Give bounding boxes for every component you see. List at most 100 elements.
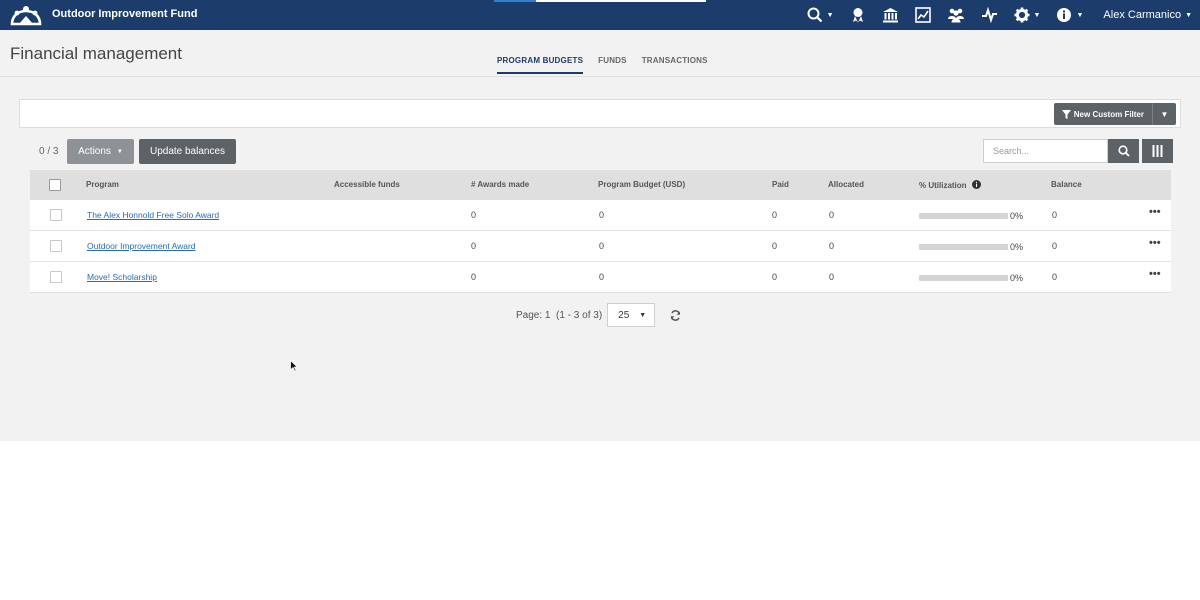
user-name: Alex Carmanico (1103, 9, 1182, 21)
row-checkbox[interactable] (50, 271, 62, 283)
mouse-cursor-icon (290, 360, 298, 372)
utilization-bar (919, 213, 1008, 219)
column-utilization[interactable]: % Utilization (919, 180, 981, 190)
table-row[interactable]: Move! Scholarship 0 0 0 0 0% 0 ••• (30, 262, 1171, 293)
awards-made-cell: 0 (471, 272, 477, 282)
awards-icon (852, 8, 863, 23)
column-balance[interactable]: Balance (1051, 180, 1082, 189)
columns-button[interactable] (1142, 139, 1173, 163)
filter-dropdown-toggle[interactable]: ▼ (1152, 103, 1176, 125)
awards-made-cell: 0 (471, 241, 477, 251)
balance-cell: 0 (1052, 210, 1058, 220)
page-content: Financial management PROGRAM BUDGETS FUN… (0, 30, 1200, 441)
page-title: Financial management (10, 44, 182, 63)
update-balances-button[interactable]: Update balances (139, 139, 236, 164)
column-allocated[interactable]: Allocated (828, 180, 864, 189)
page-size-value: 25 (618, 309, 630, 321)
activity-nav[interactable] (973, 0, 1006, 30)
utilization-bar (919, 244, 1008, 250)
paid-cell: 0 (772, 272, 778, 282)
pagination-text: Page: 1 (1 - 3 of 3) (516, 309, 603, 321)
new-custom-filter-label: New Custom Filter (1073, 109, 1144, 119)
search-icon (807, 7, 822, 23)
column-paid[interactable]: Paid (772, 180, 789, 189)
page-size-select[interactable]: 25 ▼ (607, 303, 656, 327)
program-link[interactable]: Outdoor Improvement Award (87, 241, 196, 251)
refresh-icon[interactable] (670, 309, 681, 321)
column-awards-made[interactable]: # Awards made (471, 180, 529, 189)
filter-icon (1061, 109, 1071, 119)
balance-cell: 0 (1052, 272, 1058, 282)
settings-menu[interactable]: ▼ (1006, 0, 1049, 30)
top-nav-bar: Outdoor Improvement Fund ▼ ▼ ▼ Alex Carm… (0, 0, 1200, 30)
table-row[interactable]: The Alex Honnold Free Solo Award 0 0 0 0… (30, 200, 1171, 231)
chevron-down-icon: ▼ (826, 11, 834, 19)
logo-icon[interactable] (10, 4, 42, 26)
balance-cell: 0 (1052, 241, 1058, 251)
program-link[interactable]: Move! Scholarship (87, 272, 157, 282)
funds-nav[interactable] (874, 0, 907, 30)
tab-program-budgets[interactable]: PROGRAM BUDGETS (497, 56, 584, 74)
chevron-down-icon: ▼ (116, 148, 123, 155)
tab-bar: PROGRAM BUDGETS FUNDS TRANSACTIONS (497, 56, 723, 74)
select-all-checkbox[interactable] (49, 179, 61, 191)
program-link[interactable]: The Alex Honnold Free Solo Award (87, 210, 219, 220)
utilization-percent: 0% (1010, 211, 1024, 221)
info-icon[interactable] (971, 180, 981, 189)
search-button[interactable] (1108, 139, 1139, 163)
more-options-icon[interactable]: ••• (1149, 206, 1161, 218)
filter-bar[interactable]: New Custom Filter ▼ (19, 99, 1181, 128)
allocated-cell: 0 (829, 272, 835, 282)
reports-nav[interactable] (907, 0, 939, 30)
awards-made-cell: 0 (471, 210, 477, 220)
table-row[interactable]: Outdoor Improvement Award 0 0 0 0 0% 0 •… (30, 231, 1171, 262)
program-budget-cell: 0 (599, 210, 605, 220)
tab-transactions[interactable]: TRANSACTIONS (642, 56, 708, 74)
page-header: Financial management PROGRAM BUDGETS FUN… (0, 30, 1200, 77)
column-utilization-label: % Utilization (919, 181, 967, 190)
caret-down-icon: ▼ (639, 311, 647, 319)
program-budget-cell: 0 (599, 241, 605, 251)
new-custom-filter-button[interactable]: New Custom Filter ▼ (1053, 103, 1176, 125)
people-nav[interactable] (939, 0, 973, 30)
search-icon (1117, 145, 1130, 157)
columns-icon (1152, 145, 1163, 157)
row-checkbox[interactable] (50, 240, 62, 252)
allocated-cell: 0 (829, 210, 835, 220)
new-custom-filter-main[interactable]: New Custom Filter (1054, 103, 1152, 125)
allocated-cell: 0 (829, 241, 835, 251)
more-options-icon[interactable]: ••• (1149, 237, 1161, 249)
awards-nav[interactable] (842, 0, 874, 30)
table-header: Program Accessible funds # Awards made P… (30, 170, 1171, 200)
program-budgets-table: Program Accessible funds # Awards made P… (30, 170, 1171, 293)
chevron-down-icon: ▼ (1076, 11, 1084, 19)
caret-down-icon: ▼ (1160, 109, 1169, 119)
pagination: Page: 1 (1 - 3 of 3) 25 ▼ (516, 303, 681, 327)
paid-cell: 0 (772, 210, 778, 220)
loading-progress-fill (494, 0, 537, 2)
chevron-down-icon: ▼ (1185, 11, 1192, 19)
column-accessible-funds[interactable]: Accessible funds (334, 180, 400, 189)
user-menu[interactable]: Alex Carmanico ▼ (1091, 0, 1200, 30)
row-checkbox[interactable] (50, 209, 62, 221)
selection-count: 0 / 3 (39, 146, 59, 157)
utilization-percent: 0% (1010, 273, 1024, 283)
actions-button[interactable]: Actions ▼ (67, 139, 134, 164)
org-name[interactable]: Outdoor Improvement Fund (52, 8, 197, 20)
bank-icon (882, 8, 898, 23)
utilization-percent: 0% (1010, 242, 1024, 252)
column-program-budget[interactable]: Program Budget (USD) (598, 180, 685, 189)
utilization-bar (919, 275, 1008, 281)
more-options-icon[interactable]: ••• (1149, 268, 1161, 280)
people-icon (947, 8, 964, 23)
nav-icons: ▼ ▼ ▼ Alex Carmanico ▼ (799, 0, 1200, 30)
actions-label: Actions (78, 146, 111, 157)
info-icon (1057, 8, 1072, 22)
program-budget-cell: 0 (599, 272, 605, 282)
help-menu[interactable]: ▼ (1048, 0, 1091, 30)
column-program[interactable]: Program (86, 180, 119, 189)
search-input[interactable]: Search... (983, 139, 1108, 163)
activity-icon (981, 7, 997, 23)
search-menu[interactable]: ▼ (799, 0, 842, 30)
tab-funds[interactable]: FUNDS (598, 56, 627, 74)
